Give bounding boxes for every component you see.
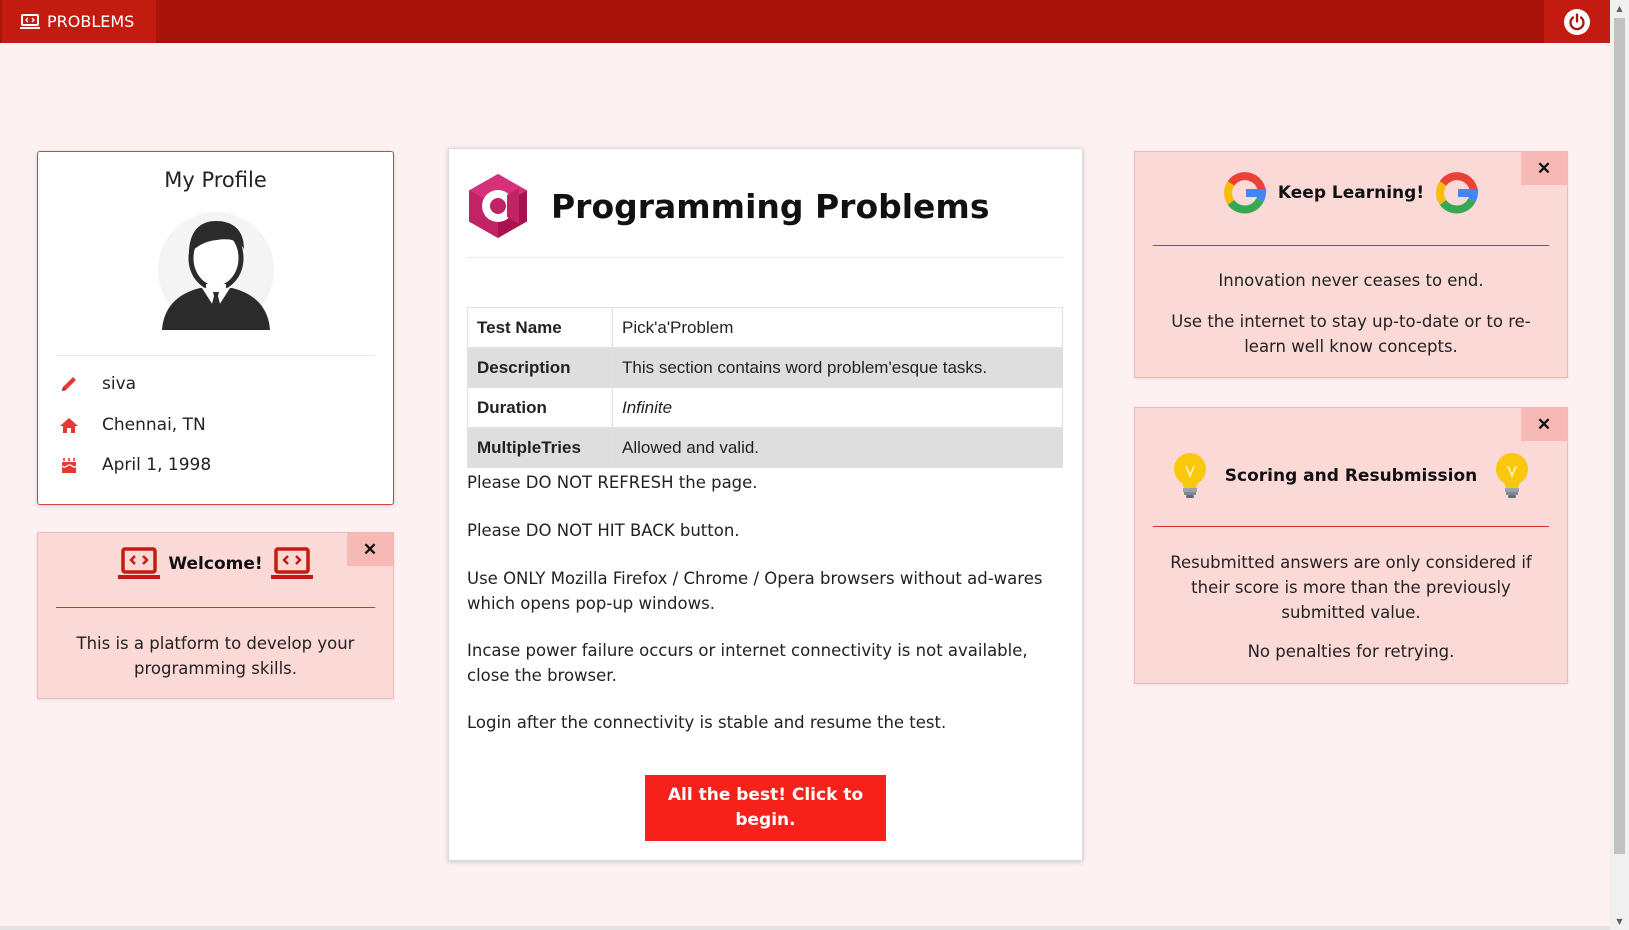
google-logo-icon: [1436, 172, 1479, 214]
scoring-divider: [1153, 526, 1549, 527]
welcome-title-row: Welcome!: [38, 547, 393, 581]
keep-learning-title-row: Keep Learning!: [1135, 170, 1567, 216]
keep-learning-title: Keep Learning!: [1277, 183, 1425, 203]
test-name-value: Pick'a'Problem: [612, 307, 1063, 348]
brand-label: PROBLEMS: [47, 12, 135, 31]
main-panel: Programming Problems Test Name Pick'a'Pr…: [448, 148, 1083, 861]
table-row: Description This section contains word p…: [467, 347, 1063, 388]
navbar-brand[interactable]: PROBLEMS: [2, 0, 156, 43]
profile-title: My Profile: [164, 168, 267, 192]
note-item: Login after the connectivity is stable a…: [467, 713, 947, 732]
scoring-title: Scoring and Resubmission: [1224, 466, 1478, 486]
pencil-icon: [56, 375, 82, 393]
scoring-card: ✕ Scoring and Resubmission Resubmitted a…: [1134, 407, 1568, 684]
laptop-code-icon: [270, 547, 313, 579]
profile-name-row: siva: [56, 374, 136, 394]
c-language-logo-icon: [469, 174, 527, 238]
close-icon[interactable]: ✕: [1521, 408, 1567, 441]
table-row: Test Name Pick'a'Problem: [467, 307, 1063, 348]
note-item: Please DO NOT REFRESH the page.: [467, 473, 758, 492]
table-row: MultipleTries Allowed and valid.: [467, 427, 1063, 468]
lightbulb-icon: [1496, 453, 1529, 498]
avatar: [156, 210, 276, 334]
page-title: Programming Problems: [551, 186, 990, 226]
table-row: Duration Infinite: [467, 387, 1063, 428]
keep-learning-text2: Use the internet to stay up-to-date or t…: [1171, 312, 1531, 356]
test-name-key: Test Name: [467, 307, 613, 348]
profile-birthday: April 1, 1998: [102, 455, 212, 475]
profile-location: Chennai, TN: [102, 415, 206, 435]
scroll-down-arrow-icon[interactable]: ▼: [1610, 913, 1629, 930]
begin-button[interactable]: All the best! Click to begin.: [645, 775, 886, 841]
header-divider: [467, 257, 1064, 258]
scoring-text2: No penalties for retrying.: [1247, 642, 1455, 661]
navbar: PROBLEMS: [0, 0, 1610, 43]
keep-learning-text1: Innovation never ceases to end.: [1218, 271, 1484, 290]
scrollbar-thumb[interactable]: [1614, 18, 1625, 854]
description-key: Description: [467, 347, 613, 388]
google-logo-icon: [1224, 172, 1267, 214]
birthday-cake-icon: [56, 456, 82, 474]
multiple-tries-value: Allowed and valid.: [612, 427, 1063, 468]
duration-value: Infinite: [612, 387, 1063, 428]
multiple-tries-key: MultipleTries: [467, 427, 613, 468]
home-icon: [56, 417, 82, 434]
laptop-code-icon: [20, 13, 40, 30]
test-info-table: Test Name Pick'a'Problem Description Thi…: [467, 307, 1063, 468]
welcome-text: This is a platform to develop your progr…: [76, 634, 355, 678]
duration-key: Duration: [467, 387, 613, 428]
profile-birthday-row: April 1, 1998: [56, 455, 211, 475]
note-item: Incase power failure occurs or internet …: [467, 641, 1028, 685]
profile-name: siva: [102, 374, 137, 394]
description-value: This section contains word problem'esque…: [612, 347, 1063, 388]
keep-learning-card: ✕ Keep Learning! Innovation never ceases…: [1134, 151, 1568, 378]
lightbulb-icon: [1173, 453, 1206, 498]
laptop-code-icon: [118, 547, 161, 579]
note-item: Use ONLY Mozilla Firefox / Chrome / Oper…: [467, 569, 1043, 613]
scoring-text1: Resubmitted answers are only considered …: [1170, 553, 1532, 622]
welcome-title: Welcome!: [168, 554, 263, 574]
profile-divider: [56, 355, 375, 356]
power-button[interactable]: [1544, 0, 1610, 43]
welcome-divider: [56, 607, 375, 608]
keep-learning-divider: [1153, 245, 1549, 246]
note-item: Please DO NOT HIT BACK button.: [467, 521, 740, 540]
profile-location-row: Chennai, TN: [56, 415, 206, 435]
welcome-card: ✕ Welcome! This is a platform to develop…: [37, 532, 394, 699]
horizontal-scrollbar: [0, 926, 1610, 930]
power-icon: [1564, 8, 1590, 35]
vertical-scrollbar[interactable]: ▲ ▼: [1610, 0, 1629, 930]
profile-card: My Profile siva Chennai, TN April 1, 199…: [37, 151, 394, 505]
scoring-title-row: Scoring and Resubmission: [1135, 452, 1567, 500]
scroll-up-arrow-icon[interactable]: ▲: [1610, 0, 1629, 17]
main-header: Programming Problems: [467, 173, 989, 239]
